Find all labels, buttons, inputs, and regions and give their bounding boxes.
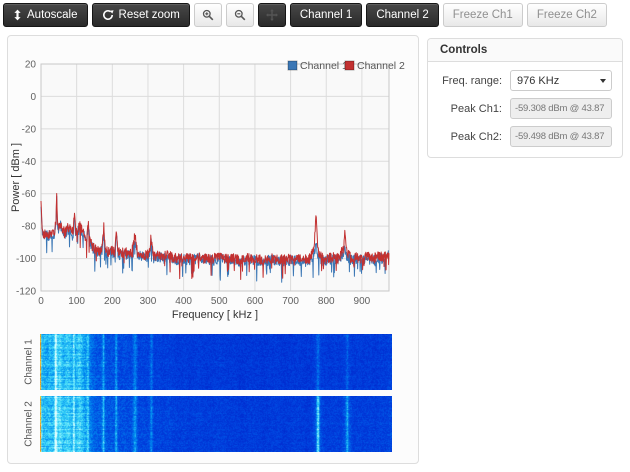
move-icon xyxy=(266,9,278,21)
svg-text:600: 600 xyxy=(247,296,264,307)
svg-text:20: 20 xyxy=(25,60,37,71)
zoom-in-icon xyxy=(202,9,214,21)
svg-text:0: 0 xyxy=(30,92,36,103)
autoscale-label: Autoscale xyxy=(27,9,78,21)
freeze-ch1-label: Freeze Ch1 xyxy=(453,9,513,21)
peak-ch1-label: Peak Ch1: xyxy=(438,103,502,115)
peak-ch1-row: Peak Ch1: xyxy=(438,98,612,119)
spectrum-chart[interactable]: 0100200300400500600700800900200-20-40-60… xyxy=(8,41,420,326)
svg-text:200: 200 xyxy=(104,296,121,307)
plot-panel: 0100200300400500600700800900200-20-40-60… xyxy=(7,35,419,464)
reset-zoom-label: Reset zoom xyxy=(119,9,180,21)
waterfall-channel1-canvas xyxy=(40,334,392,390)
freq-range-select[interactable]: 976 KHz xyxy=(510,70,612,91)
peak-ch2-row: Peak Ch2: xyxy=(438,126,612,147)
svg-text:-100: -100 xyxy=(16,254,36,265)
svg-text:-120: -120 xyxy=(16,287,36,298)
freq-range-select-wrap: 976 KHz xyxy=(510,70,612,91)
peak-ch2-label: Peak Ch2: xyxy=(438,131,502,143)
svg-text:-40: -40 xyxy=(22,157,37,168)
svg-text:400: 400 xyxy=(175,296,192,307)
svg-text:900: 900 xyxy=(354,296,371,307)
freq-range-row: Freq. range: 976 KHz xyxy=(438,70,612,91)
peak-ch1-value xyxy=(510,98,612,119)
pan-button[interactable] xyxy=(258,3,286,27)
channel2-toggle-label: Channel 2 xyxy=(376,9,428,21)
zoom-in-button[interactable] xyxy=(194,3,222,27)
waterfall-channel1-label: Channel 1 xyxy=(24,339,35,385)
waterfall-channel2-canvas xyxy=(40,396,392,452)
controls-panel: Controls Freq. range: 976 KHz Peak Ch1: … xyxy=(427,38,623,158)
freeze-ch1-button[interactable]: Freeze Ch1 xyxy=(443,3,523,27)
svg-text:-20: -20 xyxy=(22,124,37,135)
controls-panel-title: Controls xyxy=(428,39,622,62)
freeze-ch2-button[interactable]: Freeze Ch2 xyxy=(527,3,607,27)
waterfall-channel1: Channel 1 xyxy=(8,334,420,390)
svg-text:0: 0 xyxy=(38,296,44,307)
svg-text:300: 300 xyxy=(140,296,157,307)
zoom-out-icon xyxy=(234,9,246,21)
svg-text:Channel 1: Channel 1 xyxy=(300,60,348,72)
svg-text:-60: -60 xyxy=(22,189,37,200)
zoom-out-button[interactable] xyxy=(226,3,254,27)
spectrum-analyzer-app: Autoscale Reset zoom Channel 1 xyxy=(0,0,630,472)
svg-text:800: 800 xyxy=(318,296,335,307)
toolbar: Autoscale Reset zoom Channel 1 xyxy=(3,3,607,27)
reset-zoom-button[interactable]: Reset zoom xyxy=(92,3,190,27)
waterfall-channel2: Channel 2 xyxy=(8,396,420,452)
channel2-toggle-button[interactable]: Channel 2 xyxy=(366,3,438,27)
freq-range-label: Freq. range: xyxy=(438,75,502,87)
channel1-toggle-button[interactable]: Channel 1 xyxy=(290,3,362,27)
svg-text:Power [ dBm ]: Power [ dBm ] xyxy=(10,143,22,212)
svg-text:100: 100 xyxy=(68,296,85,307)
waterfall-channel2-label: Channel 2 xyxy=(24,401,35,447)
svg-text:Channel 2: Channel 2 xyxy=(357,60,405,72)
svg-text:500: 500 xyxy=(211,296,228,307)
svg-text:700: 700 xyxy=(282,296,299,307)
resize-vertical-icon xyxy=(13,9,22,21)
controls-panel-body: Freq. range: 976 KHz Peak Ch1: Peak Ch2: xyxy=(428,62,622,157)
channel1-toggle-label: Channel 1 xyxy=(300,9,352,21)
peak-ch2-value xyxy=(510,126,612,147)
refresh-icon xyxy=(102,9,114,21)
svg-text:-80: -80 xyxy=(22,222,37,233)
autoscale-button[interactable]: Autoscale xyxy=(3,3,88,27)
svg-text:Frequency [ kHz ]: Frequency [ kHz ] xyxy=(172,309,258,321)
freeze-ch2-label: Freeze Ch2 xyxy=(537,9,597,21)
